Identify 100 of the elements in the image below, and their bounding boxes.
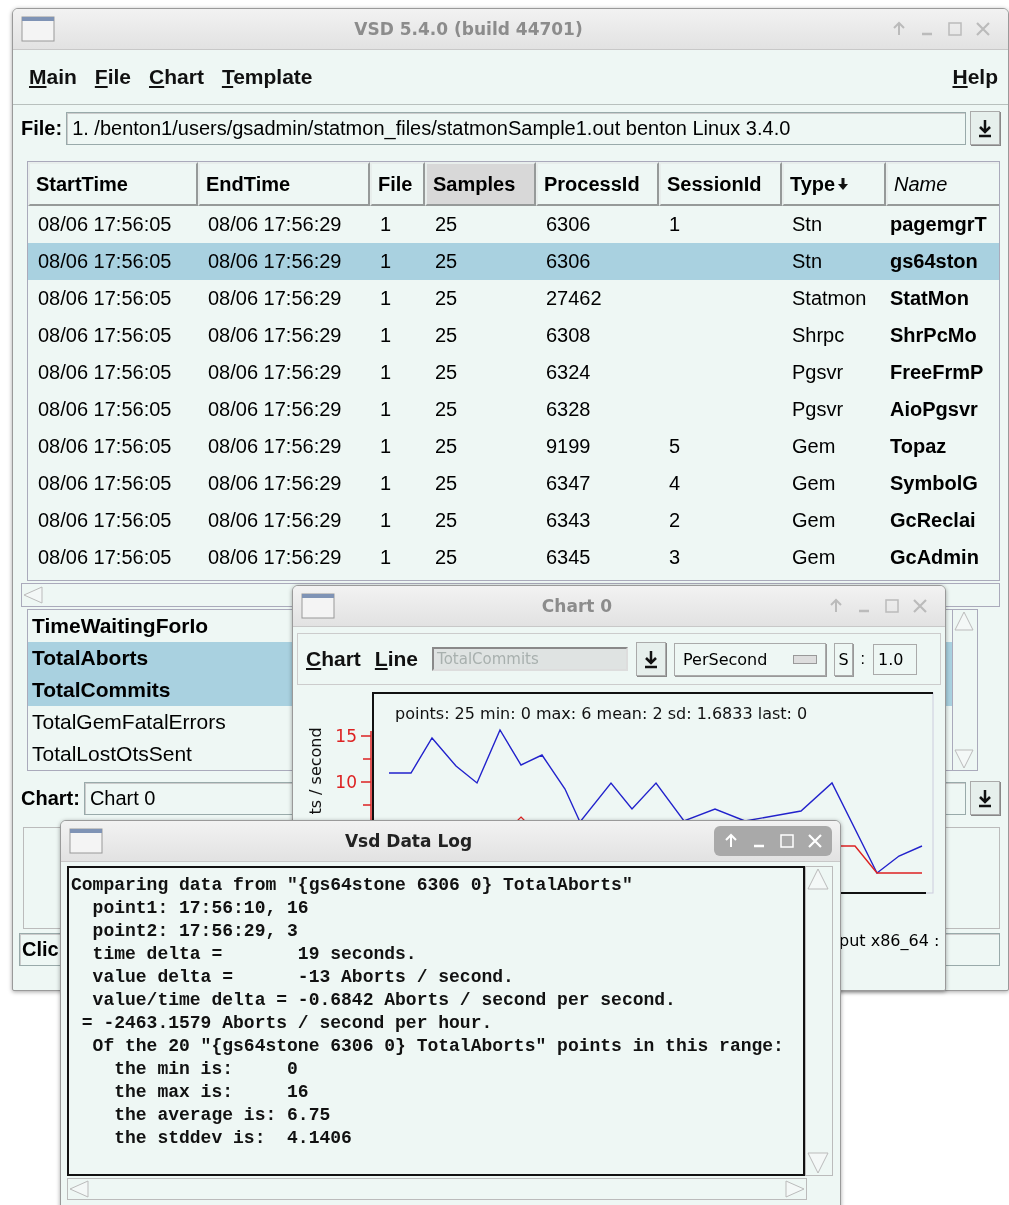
- table-cell: 08/06 17:56:29: [208, 213, 342, 236]
- window-menu-icon[interactable]: [301, 593, 335, 619]
- table-cell: GcAdmin: [890, 546, 979, 569]
- scroll-down-icon[interactable]: [953, 748, 975, 770]
- dropdown-button[interactable]: [970, 781, 1000, 815]
- table-cell: 08/06 17:56:29: [208, 546, 342, 569]
- table-cell: Stn: [792, 250, 823, 273]
- scrollbar[interactable]: [805, 866, 833, 1176]
- window-menu-icon[interactable]: [69, 828, 103, 854]
- table-cell: AioPgsvr: [890, 398, 978, 421]
- table-row[interactable]: 08/06 17:56:05 08/06 17:56:29 1 25 6308 Shrpc ShrPcMo: [28, 317, 999, 354]
- menu-item[interactable]: Help: [952, 65, 998, 89]
- sort-down-icon: [837, 177, 850, 191]
- table-cell: StatMon: [890, 287, 969, 310]
- option-indicator-icon: [793, 654, 818, 664]
- close-icon[interactable]: [911, 597, 929, 615]
- table-cell: 1: [380, 509, 392, 532]
- column-header[interactable]: SessionId: [659, 162, 782, 206]
- table-row[interactable]: 08/06 17:56:05 08/06 17:56:29 1 25 6345 3 Gem GcAdmin: [28, 539, 999, 576]
- table-cell: 1: [669, 213, 681, 236]
- scrollbar[interactable]: [952, 610, 977, 770]
- column-header[interactable]: StartTime: [28, 162, 198, 206]
- scroll-up-icon[interactable]: [953, 610, 975, 632]
- table-row[interactable]: 08/06 17:56:05 08/06 17:56:29 1 25 6347 4 Gem SymbolG: [28, 465, 999, 502]
- log-line: = -2463.1579 Aborts / second per hour.: [80, 1012, 494, 1035]
- scroll-up-icon[interactable]: [806, 867, 830, 891]
- scrollbar[interactable]: [67, 1178, 807, 1200]
- log-text-area[interactable]: [67, 866, 805, 1176]
- table-cell: 08/06 17:56:05: [38, 509, 172, 532]
- table-cell: 1: [380, 398, 392, 421]
- column-header[interactable]: ProcessId: [536, 162, 659, 206]
- table-cell: Gem: [792, 435, 836, 458]
- table-cell: 1: [380, 213, 392, 236]
- table-cell: 25: [435, 398, 458, 421]
- table-cell: 1: [380, 287, 392, 310]
- column-header[interactable]: Name: [886, 162, 999, 206]
- table-cell: 1: [380, 472, 392, 495]
- down-arrow-icon: [977, 118, 993, 138]
- table-row[interactable]: 08/06 17:56:05 08/06 17:56:29 1 25 6328 Pgsvr AioPgsvr: [28, 391, 999, 428]
- mode-button[interactable]: PerSecond: [674, 642, 827, 676]
- window-title: Vsd Data Log: [343, 831, 474, 851]
- table-cell: 1: [380, 324, 392, 347]
- menu-item[interactable]: Chart: [149, 65, 204, 89]
- menu-item[interactable]: Main: [29, 65, 77, 89]
- scroll-down-icon[interactable]: [806, 1151, 830, 1175]
- menu-item[interactable]: File: [94, 65, 132, 89]
- table-row[interactable]: 08/06 17:56:05 08/06 17:56:29 1 25 6324 Pgsvr FreeFrmP: [28, 354, 999, 391]
- column-header[interactable]: Type: [782, 162, 886, 206]
- menu-item[interactable]: Template: [221, 65, 313, 89]
- table-cell: 6306: [546, 213, 591, 236]
- scroll-left-icon[interactable]: [68, 1179, 90, 1199]
- down-arrow-icon: [643, 649, 660, 669]
- column-header[interactable]: File: [370, 162, 425, 206]
- button-label: PerSecond: [683, 649, 768, 669]
- tick-label: 15: [335, 726, 357, 746]
- table-row[interactable]: 08/06 17:56:05 08/06 17:56:29 1 25 27462 Statmon StatMon: [28, 280, 999, 317]
- table-cell: 25: [435, 435, 458, 458]
- table-cell: 08/06 17:56:05: [38, 435, 172, 458]
- table-row[interactable]: 08/06 17:56:05 08/06 17:56:29 1 25 6306 1 Stn pagemgrT: [28, 206, 999, 243]
- table-cell: gs64ston: [890, 250, 978, 273]
- menu-item[interactable]: Chart: [306, 647, 361, 671]
- table-cell: 25: [435, 361, 458, 384]
- log-line: the stddev is: 4.1406: [113, 1127, 353, 1150]
- tick-label: 10: [335, 772, 357, 792]
- dropdown-button[interactable]: [970, 111, 1000, 145]
- maximize-icon[interactable]: [778, 832, 796, 850]
- scale-button[interactable]: S: [834, 642, 853, 676]
- table-cell: 08/06 17:56:29: [208, 361, 342, 384]
- table-cell: 1: [380, 361, 392, 384]
- table-cell: ShrPcMo: [890, 324, 977, 347]
- table-cell: Gem: [792, 472, 836, 495]
- menu-item[interactable]: Line: [374, 647, 419, 671]
- table-cell: 5: [669, 435, 681, 458]
- window-title: VSD 5.4.0 (build 44701): [353, 19, 584, 39]
- table-row[interactable]: 08/06 17:56:05 08/06 17:56:29 1 25 6306 Stn gs64ston: [28, 243, 999, 280]
- window-menu-icon[interactable]: [21, 16, 55, 42]
- table-cell: 08/06 17:56:05: [38, 213, 172, 236]
- table-cell: 25: [435, 250, 458, 273]
- dropdown-button[interactable]: [636, 642, 667, 676]
- table-cell: SymbolG: [890, 472, 978, 495]
- scale-field[interactable]: 1.0: [873, 643, 918, 675]
- close-icon[interactable]: [974, 20, 992, 38]
- table-cell: 27462: [546, 287, 602, 310]
- file-field[interactable]: 1. /benton1/users/gsadmin/statmon_files/statmonSample1.out benton Linux 3.4.0: [66, 111, 966, 145]
- table-cell: 08/06 17:56:05: [38, 546, 172, 569]
- column-header[interactable]: Samples: [425, 162, 536, 206]
- scroll-right-icon[interactable]: [784, 1179, 806, 1199]
- log-line: point2: 17:56:29, 3: [91, 920, 299, 943]
- column-header[interactable]: EndTime: [198, 162, 370, 206]
- table-row[interactable]: 08/06 17:56:05 08/06 17:56:29 1 25 6343 2 Gem GcReclai: [28, 502, 999, 539]
- table-cell: FreeFrmP: [890, 361, 984, 384]
- scroll-left-icon[interactable]: [22, 585, 44, 605]
- log-line: point1: 17:56:10, 16: [91, 897, 310, 920]
- maximize-icon[interactable]: [883, 597, 901, 615]
- table-cell: 2: [669, 509, 681, 532]
- maximize-icon[interactable]: [946, 20, 964, 38]
- table-cell: 08/06 17:56:29: [208, 287, 342, 310]
- table-row[interactable]: 08/06 17:56:05 08/06 17:56:29 1 25 9199 5 Gem Topaz: [28, 428, 999, 465]
- table-cell: 6347: [546, 472, 591, 495]
- table-cell: 4: [669, 472, 681, 495]
